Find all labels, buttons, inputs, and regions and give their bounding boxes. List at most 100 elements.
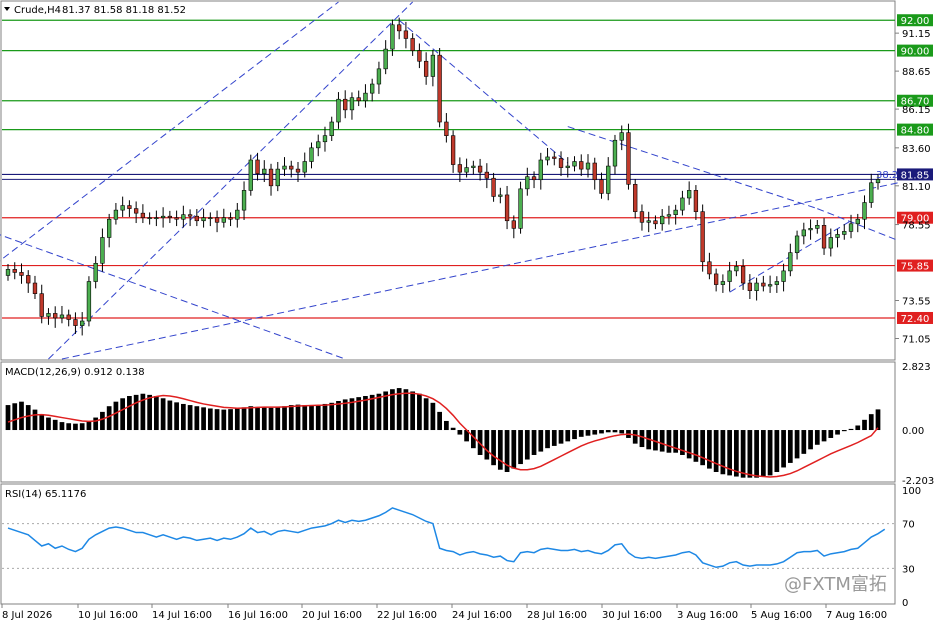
macd-bar bbox=[558, 430, 564, 444]
fib-label: 38.2 bbox=[876, 170, 898, 181]
candle-bull bbox=[160, 215, 166, 219]
candle-bull bbox=[107, 218, 112, 238]
candle-bull bbox=[869, 182, 874, 203]
macd-bar bbox=[875, 409, 881, 431]
candle-bull bbox=[855, 218, 860, 225]
candle-bull bbox=[93, 262, 98, 282]
macd-bar bbox=[19, 401, 24, 431]
chart-window[interactable]: 92.00 90.00 86.70 84.80 81.85 79.00 75.85 72.40… bbox=[0, 0, 936, 624]
macd-bar bbox=[787, 430, 793, 463]
candle-bull bbox=[727, 270, 732, 282]
macd-bar bbox=[376, 393, 382, 431]
candle-bear bbox=[639, 211, 645, 223]
candle-bear bbox=[511, 220, 516, 229]
candle-bear bbox=[713, 273, 719, 285]
macd-bar bbox=[228, 409, 233, 431]
candle-bear bbox=[761, 282, 766, 287]
x-tick-label: 14 Jul 16:00 bbox=[152, 610, 212, 621]
macd-bar bbox=[444, 420, 449, 431]
candle-bull bbox=[201, 217, 206, 222]
macd-bar bbox=[403, 389, 409, 431]
macd-bar bbox=[288, 405, 294, 431]
candle-bull bbox=[734, 266, 739, 272]
candle-bull bbox=[316, 141, 321, 149]
macd-bar bbox=[410, 391, 416, 431]
macd-bar bbox=[740, 430, 746, 478]
candle-bull bbox=[585, 162, 591, 170]
symbol-dropdown-icon[interactable] bbox=[4, 7, 10, 11]
macd-bar bbox=[201, 407, 206, 431]
rsi-line bbox=[7, 507, 886, 569]
macd-bar bbox=[430, 402, 436, 431]
macd-bar bbox=[437, 411, 442, 431]
candlesticks bbox=[5, 17, 881, 336]
macd-bar bbox=[855, 425, 861, 431]
candle-bull bbox=[687, 190, 692, 199]
candle-bull bbox=[612, 139, 618, 167]
macd-bar bbox=[275, 407, 281, 431]
y-tick-label: 73.55 bbox=[902, 297, 931, 308]
macd-bar bbox=[329, 402, 335, 431]
candle-bear bbox=[356, 97, 361, 102]
candle-bear bbox=[437, 54, 442, 123]
candle-bull bbox=[208, 217, 213, 220]
candle-bull bbox=[302, 161, 307, 173]
candle-bear bbox=[700, 211, 705, 263]
macd-bar bbox=[551, 430, 557, 446]
y-tick-label: 78.55 bbox=[902, 221, 931, 232]
rsi-tick-label: 0 bbox=[902, 598, 908, 609]
macd-bar bbox=[167, 400, 173, 431]
rsi-tick-label: 30 bbox=[902, 564, 915, 575]
macd-bar bbox=[25, 405, 31, 431]
candle-bear bbox=[599, 179, 604, 194]
macd-bar bbox=[383, 391, 389, 431]
rsi-panel-frame bbox=[0, 483, 896, 605]
x-tick-label: 20 Jul 16:00 bbox=[302, 610, 362, 621]
candle-bull bbox=[86, 281, 92, 322]
macd-bar bbox=[336, 400, 341, 431]
candle-bear bbox=[821, 225, 827, 249]
candle-bull bbox=[221, 217, 226, 223]
macd-bar bbox=[282, 406, 287, 431]
macd-bar bbox=[862, 419, 867, 431]
candle-bear bbox=[410, 38, 415, 51]
macd-bar bbox=[457, 430, 463, 435]
candle-bull bbox=[80, 320, 85, 326]
macd-bar bbox=[599, 430, 604, 434]
time-axis: 8 Jul 2026 10 Jul 16:00 14 Jul 16:00 16 Jul… bbox=[1, 604, 887, 621]
candle-bear bbox=[26, 275, 31, 284]
candle-bear bbox=[653, 220, 658, 225]
macd-bar bbox=[484, 430, 490, 460]
candle-bear bbox=[457, 164, 463, 173]
macd-bar bbox=[255, 406, 260, 431]
candle-bear bbox=[39, 293, 44, 317]
y-tick-label: 91.15 bbox=[902, 29, 931, 40]
candle-bull bbox=[322, 135, 328, 143]
macd-bar bbox=[127, 396, 132, 431]
macd-bar bbox=[585, 430, 591, 436]
macd-bar bbox=[322, 403, 328, 431]
rsi-tick-label: 70 bbox=[902, 520, 915, 531]
candle-bear bbox=[531, 176, 537, 181]
macd-bar bbox=[531, 430, 537, 455]
candle-bull bbox=[471, 165, 476, 168]
candle-bear bbox=[633, 183, 638, 212]
macd-bar bbox=[59, 422, 65, 431]
y-tick-label: 83.60 bbox=[902, 144, 931, 155]
candle-bull bbox=[329, 121, 334, 136]
x-tick-label: 10 Jul 16:00 bbox=[78, 610, 138, 621]
candle-bear bbox=[579, 161, 584, 170]
candle-bear bbox=[66, 314, 71, 320]
candle-bear bbox=[403, 30, 409, 39]
trend-line-5 bbox=[0, 234, 346, 360]
y-tick-label: 86.15 bbox=[902, 105, 931, 116]
macd-bar bbox=[154, 396, 159, 431]
candle-bear bbox=[477, 165, 483, 173]
candle-bull bbox=[666, 214, 672, 217]
candle-bull bbox=[774, 281, 779, 285]
ohlc-readout: 81.37 81.58 81.18 81.52 bbox=[62, 5, 186, 16]
candle-bull bbox=[376, 68, 382, 85]
macd-bar bbox=[423, 398, 429, 431]
chart-canvas[interactable]: 92.0090.0086.7084.8081.8579.0075.8572.40… bbox=[0, 0, 936, 624]
macd-bar bbox=[814, 430, 820, 445]
